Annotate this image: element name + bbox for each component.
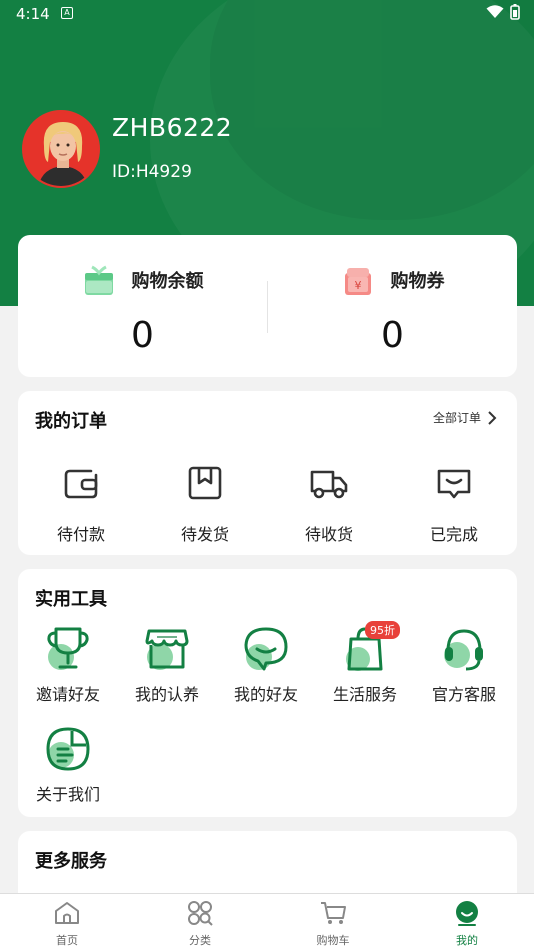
wallet-icon bbox=[64, 469, 98, 499]
username: ZHB6222 bbox=[112, 113, 233, 142]
truck-icon bbox=[310, 470, 348, 499]
order-completed[interactable]: 已完成 bbox=[392, 463, 516, 545]
nav-label: 首页 bbox=[56, 934, 78, 947]
order-label: 已完成 bbox=[429, 525, 478, 544]
tool-life-services[interactable]: 95折 生活服务 bbox=[315, 621, 415, 705]
tool-label: 官方客服 bbox=[431, 685, 496, 704]
tool-label: 关于我们 bbox=[35, 785, 100, 804]
coupons-label: 购物券 bbox=[390, 271, 445, 292]
tool-label: 我的认养 bbox=[134, 685, 199, 704]
chevron-right-icon bbox=[488, 410, 497, 425]
status-bar: 4:14 A bbox=[0, 0, 534, 28]
nav-categories[interactable]: 分类 bbox=[160, 900, 240, 948]
tools-title: 实用工具 bbox=[35, 589, 107, 610]
headset-icon bbox=[444, 629, 483, 671]
tool-customer-service[interactable]: 官方客服 bbox=[414, 623, 514, 705]
order-awaiting-shipment[interactable]: 待发货 bbox=[143, 463, 267, 545]
tool-label: 生活服务 bbox=[332, 685, 397, 704]
nav-label: 我的 bbox=[456, 934, 478, 947]
coupons-value: 0 bbox=[381, 315, 404, 356]
order-label: 待发货 bbox=[180, 525, 229, 544]
shopping-balance-label: 购物余额 bbox=[131, 271, 204, 292]
profile-face-icon bbox=[456, 901, 478, 926]
coupon-bag-icon: ¥ bbox=[344, 268, 371, 295]
all-orders-link[interactable]: 全部订单 bbox=[433, 409, 497, 426]
battery-icon bbox=[510, 4, 520, 20]
nav-home[interactable]: 首页 bbox=[27, 900, 107, 948]
tool-about-us[interactable]: 关于我们 bbox=[18, 723, 118, 805]
tool-my-friends[interactable]: 我的好友 bbox=[216, 623, 316, 705]
package-icon bbox=[188, 466, 222, 500]
wifi-icon bbox=[486, 5, 504, 18]
cart-icon bbox=[321, 902, 346, 924]
orders-card: 我的订单 全部订单 待付款 待发货 待收货 已完成 bbox=[18, 391, 517, 555]
nav-profile[interactable]: 我的 bbox=[427, 900, 507, 948]
status-time: 4:14 bbox=[16, 5, 50, 23]
balance-card: 购物余额 0 ¥ 购物券 0 bbox=[18, 235, 517, 377]
all-orders-label: 全部订单 bbox=[432, 411, 481, 425]
svg-text:¥: ¥ bbox=[354, 279, 361, 292]
nav-label: 购物车 bbox=[316, 934, 350, 947]
order-label: 待收货 bbox=[304, 525, 353, 544]
bottom-nav: 首页 分类 购物车 我的 bbox=[0, 893, 534, 950]
nav-label: 分类 bbox=[189, 934, 211, 947]
tool-invite-friends[interactable]: 邀请好友 bbox=[18, 623, 118, 705]
user-id: ID:H4929 bbox=[112, 162, 192, 182]
shopping-balance-value: 0 bbox=[131, 315, 154, 356]
tool-label: 邀请好友 bbox=[35, 685, 100, 704]
tool-my-adoption[interactable]: 我的认养 bbox=[117, 623, 217, 705]
avatar[interactable] bbox=[22, 110, 100, 188]
chat-bubble-icon bbox=[244, 627, 288, 671]
coupons[interactable]: ¥ 购物券 0 bbox=[268, 235, 517, 377]
orders-title: 我的订单 bbox=[35, 411, 107, 432]
order-label: 待付款 bbox=[56, 525, 105, 544]
trophy-icon bbox=[47, 627, 89, 670]
tools-card: 实用工具 邀请好友 我的认养 我的好友 95折 生活服务 官方客服 关于我们 bbox=[18, 569, 517, 817]
document-icon bbox=[46, 727, 90, 771]
home-icon bbox=[55, 902, 79, 924]
more-services-title: 更多服务 bbox=[35, 851, 107, 872]
inbox-check-icon bbox=[437, 469, 471, 499]
order-awaiting-receipt[interactable]: 待收货 bbox=[267, 463, 391, 545]
grid-search-icon bbox=[188, 901, 213, 926]
tool-label: 我的好友 bbox=[233, 685, 298, 704]
discount-badge: 95折 bbox=[365, 621, 400, 639]
gift-box-icon bbox=[84, 265, 113, 295]
nav-cart[interactable]: 购物车 bbox=[293, 900, 373, 948]
shopping-balance[interactable]: 购物余额 0 bbox=[18, 235, 267, 377]
order-pending-payment[interactable]: 待付款 bbox=[19, 463, 143, 545]
shop-icon bbox=[145, 629, 189, 670]
notification-icon: A bbox=[61, 7, 73, 19]
